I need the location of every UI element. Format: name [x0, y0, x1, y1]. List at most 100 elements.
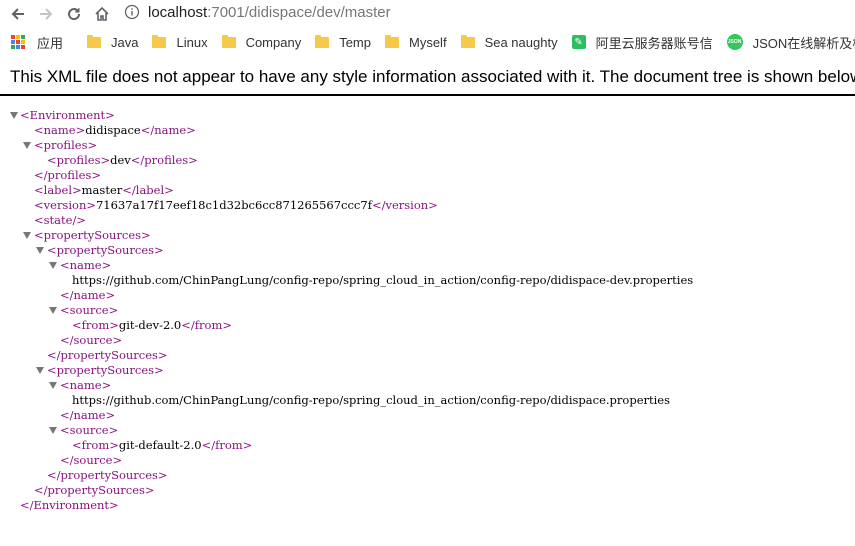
xml-line: </source>: [60, 333, 122, 348]
bookmark-myself[interactable]: Myself: [385, 34, 447, 50]
collapse-triangle-icon[interactable]: [49, 307, 57, 314]
xml-line: </Environment>: [20, 498, 119, 513]
bookmark-label: Company: [245, 34, 302, 50]
folder-icon: [385, 34, 399, 48]
reload-button[interactable]: [62, 2, 86, 26]
collapse-triangle-icon[interactable]: [49, 382, 57, 389]
xml-tag: <profiles>: [34, 138, 98, 152]
bookmark-label: 阿里云服务器账号信: [595, 35, 713, 51]
collapse-triangle-icon[interactable]: [23, 142, 31, 149]
xml-tag: <state/>: [34, 213, 86, 227]
folder-icon: [87, 34, 102, 48]
browser-toolbar: localhost:7001/didispace/dev/master: [0, 0, 855, 28]
xml-tag: <label>: [34, 183, 82, 197]
info-icon[interactable]: [124, 4, 140, 20]
url-path: :7001/didispace/dev/master: [207, 3, 391, 21]
collapse-triangle-icon[interactable]: [36, 367, 44, 374]
xml-line: <version>71637a17f17eef18c1d32bc6cc87126…: [34, 198, 438, 213]
xml-tag: <name>: [60, 258, 112, 272]
xml-tag: </version>: [371, 198, 438, 212]
xml-line: <profiles>: [34, 138, 97, 153]
xml-line: <source>: [60, 303, 118, 318]
bookmarks-bar: 应用 Java Linux Company Temp Myself Sea na…: [0, 28, 855, 56]
xml-text: master: [81, 183, 123, 197]
url-host: localhost: [148, 3, 208, 21]
bookmark-label: Temp: [339, 34, 371, 50]
xml-tag: <profiles>: [47, 153, 111, 167]
xml-line: <label>master</label>: [34, 183, 174, 198]
xml-tag: </propertySources>: [47, 348, 168, 362]
xml-tag: </profiles>: [34, 168, 101, 182]
xml-line: <profiles>dev</profiles>: [47, 153, 198, 168]
xml-tag: </name>: [140, 123, 196, 137]
home-button[interactable]: [90, 2, 114, 26]
xml-line: <name>didispace</name>: [34, 123, 196, 138]
xml-line: <propertySources>: [34, 228, 151, 243]
xml-line: <propertySources>: [47, 243, 164, 258]
bookmark-java[interactable]: Java: [87, 34, 139, 50]
xml-line: <name>: [60, 258, 111, 273]
bookmark-linux[interactable]: Linux: [152, 34, 208, 50]
address-bar[interactable]: localhost:7001/didispace/dev/master: [120, 0, 855, 24]
xml-tag: </name>: [60, 288, 116, 302]
json-icon: JSON: [726, 34, 743, 50]
url-text: localhost:7001/didispace/dev/master: [148, 4, 391, 21]
xml-line: </source>: [60, 453, 122, 468]
xml-tag: <propertySources>: [47, 243, 164, 257]
bookmark-sea-naughty[interactable]: Sea naughty: [460, 34, 558, 50]
xml-line: <state/>: [34, 213, 86, 228]
collapse-triangle-icon[interactable]: [49, 427, 57, 434]
home-icon: [95, 6, 109, 21]
folder-icon: [152, 34, 167, 48]
xml-line: </name>: [60, 288, 115, 303]
xml-line: <propertySources>: [47, 363, 164, 378]
xml-text: https://github.com/ChinPangLung/config-r…: [72, 273, 694, 287]
xml-tag: </Environment>: [20, 498, 119, 512]
xml-text: https://github.com/ChinPangLung/config-r…: [72, 393, 670, 407]
folder-icon: [315, 34, 330, 48]
bookmark-label: JSON在线解析及格式: [752, 35, 855, 51]
xml-line: <from>git-dev-2.0</from>: [72, 318, 232, 333]
xml-tag: </propertySources>: [47, 468, 168, 482]
collapse-triangle-icon[interactable]: [23, 232, 31, 239]
forward-button[interactable]: [34, 2, 58, 26]
collapse-triangle-icon[interactable]: [49, 262, 57, 269]
xml-line: </name>: [60, 408, 115, 423]
xml-info-banner: This XML file does not appear to have an…: [0, 58, 855, 96]
bookmark-temp[interactable]: Temp: [315, 34, 371, 50]
xml-tag: </source>: [60, 333, 123, 347]
bookmark-apps[interactable]: 应用: [0, 33, 63, 52]
collapse-triangle-icon[interactable]: [36, 247, 44, 254]
folder-icon: [221, 34, 236, 48]
xml-tag: <source>: [60, 423, 119, 437]
xml-line: <Environment>: [20, 108, 115, 123]
bookmark-label: Linux: [176, 34, 208, 50]
xml-line: </propertySources>: [34, 483, 155, 498]
xml-tag: <propertySources>: [34, 228, 151, 242]
xml-text: git-dev-2.0: [118, 318, 182, 332]
xml-tag: <propertySources>: [47, 363, 164, 377]
collapse-triangle-icon[interactable]: [10, 112, 18, 119]
xml-line: <from>git-default-2.0</from>: [72, 438, 252, 453]
xml-line: https://github.com/ChinPangLung/config-r…: [72, 393, 670, 408]
bookmark-aliyun[interactable]: ✎ 阿里云服务器账号信: [571, 33, 713, 52]
reload-icon: [68, 8, 81, 21]
arrow-left-icon: [11, 8, 24, 20]
xml-line: https://github.com/ChinPangLung/config-r…: [72, 273, 693, 288]
xml-text: didispace: [85, 123, 141, 137]
xml-line: </propertySources>: [47, 348, 168, 363]
bookmark-label: Java: [111, 34, 139, 50]
bookmark-label: Myself: [409, 34, 447, 50]
back-button[interactable]: [6, 2, 30, 26]
xml-tag: </source>: [60, 453, 123, 467]
xml-tag: <from>: [72, 318, 119, 332]
xml-tag: <Environment>: [20, 108, 115, 122]
bookmark-company[interactable]: Company: [221, 34, 302, 50]
xml-tag: <version>: [34, 198, 96, 212]
xml-text: dev: [110, 153, 131, 167]
bookmark-json[interactable]: JSON JSON在线解析及格式: [726, 33, 855, 52]
xml-tag: </from>: [201, 438, 253, 452]
banner-text: This XML file does not appear to have an…: [10, 67, 855, 86]
apps-grid-icon: [11, 35, 25, 49]
arrow-right-icon: [40, 8, 53, 20]
